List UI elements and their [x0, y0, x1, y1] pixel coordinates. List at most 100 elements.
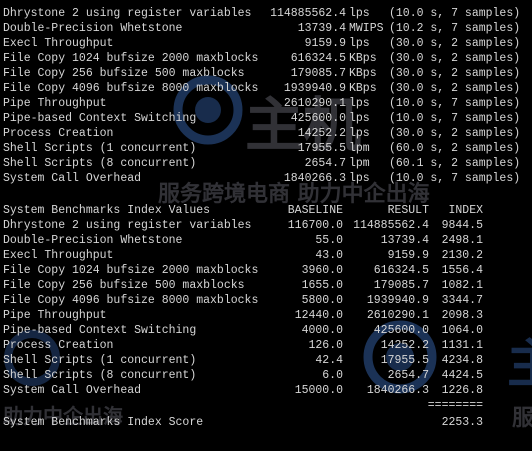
result-timing: (10.0 s, 7 samples) — [389, 7, 521, 20]
index-row-name: Shell Scripts (1 concurrent) — [3, 354, 197, 367]
result-row: File Copy 4096 bufsize 8000 maxblocks 19… — [3, 81, 520, 96]
index-row-baseline: 4000.0 — [301, 324, 343, 337]
result-value: 425600.0 — [290, 112, 346, 125]
result-timing: (30.0 s, 2 samples) — [389, 127, 521, 140]
index-row-baseline: 15000.0 — [294, 384, 343, 397]
result-value: 13739.4 — [297, 22, 346, 35]
index-row: Shell Scripts (8 concurrent) 6.0 2654.7 … — [3, 368, 483, 383]
result-value: 1840266.3 — [283, 172, 346, 185]
index-separator: ======== — [427, 399, 483, 412]
score-row: System Benchmarks Index Score 2253.3 — [3, 415, 483, 430]
index-row-name: Dhrystone 2 using register variables — [3, 219, 252, 232]
result-unit: KBps — [349, 82, 377, 95]
index-row: Process Creation 126.0 14252.2 1131.1 — [3, 338, 483, 353]
result-row: System Call Overhead 1840266.3 lps (10.0… — [3, 171, 520, 186]
index-title: System Benchmarks Index Values — [3, 204, 211, 217]
result-value: 17955.5 — [297, 142, 346, 155]
result-name: Pipe Throughput — [3, 97, 107, 110]
result-name: System Call Overhead — [3, 172, 142, 185]
index-row-baseline: 3960.0 — [301, 264, 343, 277]
result-unit: lps — [349, 97, 370, 110]
index-row-index: 1131.1 — [441, 339, 483, 352]
index-row-name: Pipe Throughput — [3, 309, 107, 322]
index-row: Double-Precision Whetstone 55.0 13739.4 … — [3, 233, 483, 248]
result-name: File Copy 4096 bufsize 8000 maxblocks — [3, 82, 259, 95]
index-row-name: Double-Precision Whetstone — [3, 234, 183, 247]
index-row-index: 4234.8 — [441, 354, 483, 367]
result-value: 14252.2 — [297, 127, 346, 140]
index-row-name: File Copy 4096 bufsize 8000 maxblocks — [3, 294, 259, 307]
result-timing: (30.0 s, 2 samples) — [389, 52, 521, 65]
result-unit: lps — [349, 112, 370, 125]
index-row-baseline: 126.0 — [308, 339, 343, 352]
index-row-baseline: 5800.0 — [301, 294, 343, 307]
result-unit: lps — [349, 7, 370, 20]
index-row: Pipe-based Context Switching 4000.0 4256… — [3, 323, 483, 338]
index-row-name: Execl Throughput — [3, 249, 114, 262]
index-row-index: 2498.1 — [441, 234, 483, 247]
index-row: File Copy 1024 bufsize 2000 maxblocks 39… — [3, 263, 483, 278]
result-timing: (30.0 s, 2 samples) — [389, 37, 521, 50]
result-row: Shell Scripts (1 concurrent) 17955.5 lpm… — [3, 141, 520, 156]
result-name: Process Creation — [3, 127, 114, 140]
result-row: File Copy 256 bufsize 500 maxblocks 1790… — [3, 66, 520, 81]
index-row-name: Shell Scripts (8 concurrent) — [3, 369, 197, 382]
separator-row: ======== — [3, 398, 483, 413]
result-row: Dhrystone 2 using register variables 114… — [3, 6, 520, 21]
result-value: 2654.7 — [304, 157, 346, 170]
result-timing: (60.0 s, 2 samples) — [389, 142, 521, 155]
results-block: Dhrystone 2 using register variables 114… — [0, 0, 532, 195]
index-row-baseline: 1655.0 — [301, 279, 343, 292]
result-value: 616324.5 — [290, 52, 346, 65]
index-row-index: 2098.3 — [441, 309, 483, 322]
result-timing: (60.1 s, 2 samples) — [389, 157, 521, 170]
result-unit: KBps — [349, 52, 377, 65]
index-row-name: File Copy 1024 bufsize 2000 maxblocks — [3, 264, 259, 277]
index-row-index: 3344.7 — [441, 294, 483, 307]
result-unit: lpm — [349, 142, 370, 155]
index-row-name: Process Creation — [3, 339, 114, 352]
index-row-baseline: 55.0 — [315, 234, 343, 247]
score-value: 2253.3 — [441, 416, 483, 429]
column-header-index: INDEX — [448, 204, 483, 217]
index-header-row: System Benchmarks Index Values BASELINE … — [3, 203, 483, 218]
index-row-index: 1082.1 — [441, 279, 483, 292]
result-unit: lps — [349, 172, 370, 185]
result-value: 2610290.1 — [283, 97, 346, 110]
result-value: 9159.9 — [304, 37, 346, 50]
result-unit: lps — [349, 37, 370, 50]
result-timing: (10.0 s, 7 samples) — [389, 172, 521, 185]
result-unit: MWIPS — [349, 22, 384, 35]
result-name: Shell Scripts (8 concurrent) — [3, 157, 197, 170]
index-row-baseline: 116700.0 — [287, 219, 343, 232]
result-row: Pipe Throughput 2610290.1 lps (10.0 s, 7… — [3, 96, 520, 111]
index-row-name: System Call Overhead — [3, 384, 142, 397]
result-value: 179085.7 — [290, 67, 346, 80]
result-row: File Copy 1024 bufsize 2000 maxblocks 61… — [3, 51, 520, 66]
index-row-baseline: 6.0 — [322, 369, 343, 382]
index-row-baseline: 12440.0 — [294, 309, 343, 322]
index-row-index: 1064.0 — [441, 324, 483, 337]
result-row: Process Creation 14252.2 lps (30.0 s, 2 … — [3, 126, 520, 141]
terminal-window[interactable]: 主机 服务跨境电商 助力中企出海 助力中企出海 服 主 Dhrystone 2 … — [0, 0, 532, 451]
index-row: Pipe Throughput 12440.0 2610290.1 2098.3 — [3, 308, 483, 323]
result-timing: (10.0 s, 7 samples) — [389, 97, 521, 110]
score-label: System Benchmarks Index Score — [3, 416, 204, 429]
index-row-name: Pipe-based Context Switching — [3, 324, 197, 337]
index-row: Shell Scripts (1 concurrent) 42.4 17955.… — [3, 353, 483, 368]
index-row-index: 9844.5 — [441, 219, 483, 232]
result-row: Pipe-based Context Switching 425600.0 lp… — [3, 111, 520, 126]
index-row: Execl Throughput 43.0 9159.9 2130.2 — [3, 248, 483, 263]
result-unit: KBps — [349, 67, 377, 80]
result-timing: (10.2 s, 7 samples) — [389, 22, 521, 35]
index-table: System Benchmarks Index Values BASELINE … — [0, 195, 532, 451]
index-row: File Copy 4096 bufsize 8000 maxblocks 58… — [3, 293, 483, 308]
index-row-index: 1556.4 — [441, 264, 483, 277]
result-row: Shell Scripts (8 concurrent) 2654.7 lpm … — [3, 156, 520, 171]
result-unit: lpm — [349, 157, 370, 170]
column-header-baseline: BASELINE — [287, 204, 343, 217]
index-row-baseline: 42.4 — [315, 354, 343, 367]
result-name: Execl Throughput — [3, 37, 114, 50]
result-name: File Copy 256 bufsize 500 maxblocks — [3, 67, 245, 80]
index-row: File Copy 256 bufsize 500 maxblocks 1655… — [3, 278, 483, 293]
